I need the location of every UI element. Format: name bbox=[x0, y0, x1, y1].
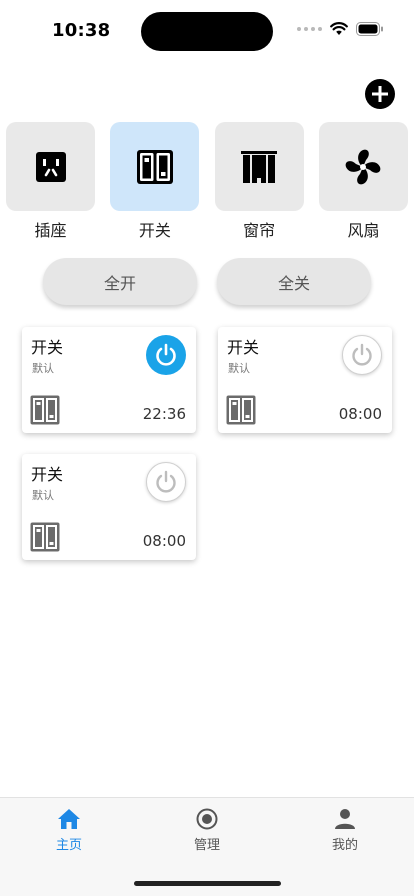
add-device-button[interactable] bbox=[365, 79, 395, 109]
power-button[interactable] bbox=[146, 335, 186, 375]
category-switch-tile[interactable] bbox=[110, 122, 200, 211]
tab-home-label: 主页 bbox=[55, 838, 82, 853]
manage-icon bbox=[196, 808, 218, 830]
socket-icon bbox=[35, 151, 66, 182]
tab-home[interactable]: 主页 bbox=[29, 808, 109, 853]
category-curtain[interactable]: 窗帘 bbox=[214, 122, 304, 241]
curtain-icon bbox=[241, 150, 278, 183]
tab-manage-label: 管理 bbox=[193, 838, 220, 853]
power-icon bbox=[156, 343, 176, 366]
device-card[interactable]: 开关 默认 08:00 bbox=[22, 454, 196, 560]
category-fan-tile[interactable] bbox=[318, 122, 408, 211]
category-list: 插座 开关 窗帘 风扇 bbox=[6, 122, 408, 241]
category-switch-label: 开关 bbox=[138, 221, 171, 240]
device-time: 22:36 bbox=[142, 405, 186, 423]
tab-profile-label: 我的 bbox=[331, 838, 358, 853]
all-on-button[interactable]: 全开 bbox=[43, 258, 197, 305]
device-card[interactable]: 开关 默认 22:36 bbox=[22, 327, 196, 433]
category-switch[interactable]: 开关 bbox=[110, 122, 200, 241]
profile-icon bbox=[335, 809, 355, 829]
category-fan[interactable]: 风扇 bbox=[318, 122, 408, 241]
all-off-button[interactable]: 全关 bbox=[217, 258, 371, 305]
wifi-icon bbox=[330, 22, 348, 35]
tab-profile[interactable]: 我的 bbox=[305, 808, 385, 853]
fan-icon bbox=[346, 149, 381, 184]
switch-icon bbox=[30, 522, 60, 552]
status-icons bbox=[297, 22, 384, 36]
home-icon bbox=[58, 809, 80, 829]
status-bar: 10:38 bbox=[0, 0, 414, 60]
category-curtain-label: 窗帘 bbox=[243, 221, 276, 240]
power-icon bbox=[352, 343, 372, 366]
device-time: 08:00 bbox=[338, 405, 382, 423]
device-time: 08:00 bbox=[142, 532, 186, 550]
category-socket-tile[interactable] bbox=[6, 122, 95, 211]
battery-icon bbox=[356, 22, 383, 36]
device-group: 默认 bbox=[32, 362, 54, 375]
switch-icon bbox=[30, 395, 60, 425]
tab-manage[interactable]: 管理 bbox=[167, 808, 247, 853]
device-group: 默认 bbox=[32, 489, 54, 502]
home-indicator[interactable] bbox=[134, 881, 281, 886]
power-button[interactable] bbox=[146, 462, 186, 502]
device-card[interactable]: 开关 默认 08:00 bbox=[218, 327, 392, 433]
power-icon bbox=[156, 470, 176, 493]
category-fan-label: 风扇 bbox=[347, 221, 380, 240]
category-socket[interactable]: 插座 bbox=[6, 122, 95, 241]
device-name: 开关 bbox=[31, 338, 64, 357]
status-time: 10:38 bbox=[52, 20, 111, 41]
power-button[interactable] bbox=[342, 335, 382, 375]
switch-icon bbox=[136, 149, 173, 184]
category-socket-label: 插座 bbox=[34, 221, 67, 240]
switch-icon bbox=[226, 395, 256, 425]
device-group: 默认 bbox=[228, 362, 250, 375]
device-name: 开关 bbox=[227, 338, 260, 357]
device-name: 开关 bbox=[31, 465, 64, 484]
category-curtain-tile[interactable] bbox=[214, 122, 304, 211]
dynamic-island bbox=[141, 12, 273, 51]
signal-dots-icon bbox=[297, 27, 322, 31]
